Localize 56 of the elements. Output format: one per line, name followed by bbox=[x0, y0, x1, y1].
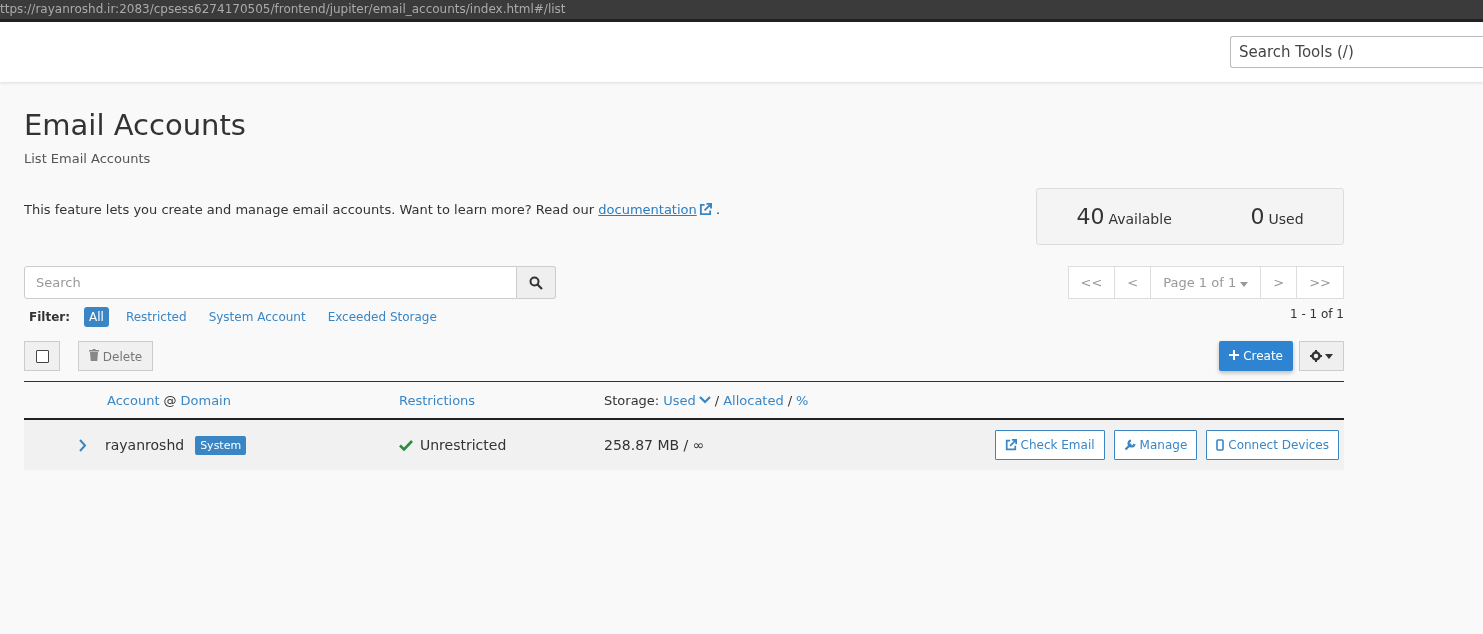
phone-icon bbox=[1216, 439, 1225, 451]
filter-option[interactable]: System Account bbox=[203, 307, 311, 327]
first-page-button[interactable]: << bbox=[1067, 266, 1116, 299]
intro-text: This feature lets you create and manage email accounts. Want to learn more? Read our documentation . bbox=[24, 202, 721, 219]
separator: / bbox=[714, 392, 720, 408]
storage-label: Storage: bbox=[604, 392, 660, 408]
chevron-right-icon[interactable] bbox=[79, 438, 87, 452]
column-header[interactable]: Allocated bbox=[723, 392, 784, 408]
result-range: 1 - 1 of 1 bbox=[1289, 307, 1344, 321]
filter-label: Filter: bbox=[29, 310, 70, 324]
settings-icon bbox=[1310, 350, 1322, 362]
next-page-button[interactable]: > bbox=[1260, 266, 1298, 299]
select-all-checkbox[interactable] bbox=[24, 341, 60, 371]
wrench-icon bbox=[1123, 439, 1136, 451]
external-link-icon bbox=[1004, 439, 1017, 451]
filter-option[interactable]: Exceeded Storage bbox=[322, 307, 442, 327]
storage-value: 258.87 MB / ∞ bbox=[604, 437, 705, 453]
search-button[interactable] bbox=[517, 266, 556, 299]
search-field[interactable]: Search bbox=[24, 266, 517, 299]
column-header[interactable]: Account bbox=[107, 392, 160, 408]
action-button[interactable]: Connect Devices bbox=[1206, 430, 1339, 460]
separator: / bbox=[787, 392, 793, 408]
stat-value: 0 bbox=[1250, 204, 1265, 229]
at-sign: @ bbox=[163, 392, 177, 408]
action-button[interactable]: Check Email bbox=[994, 430, 1105, 460]
last-page-button[interactable]: >> bbox=[1296, 266, 1344, 299]
external-link-icon bbox=[698, 203, 712, 216]
caret-icon bbox=[1325, 353, 1333, 359]
filter-option[interactable]: Restricted bbox=[120, 307, 192, 327]
previous-page-button[interactable]: < bbox=[1114, 266, 1152, 299]
column-header[interactable]: Domain bbox=[180, 392, 231, 408]
page-title: Email Accounts bbox=[24, 108, 247, 142]
system-badge: System bbox=[195, 435, 247, 455]
settings-button[interactable] bbox=[1299, 341, 1344, 371]
page-select[interactable]: Page 1 of 1 bbox=[1150, 266, 1262, 299]
caret-icon bbox=[1240, 282, 1249, 287]
documentation-link[interactable]: documentation bbox=[598, 202, 697, 217]
trash-icon bbox=[89, 348, 99, 361]
stat-label: Available bbox=[1108, 211, 1172, 227]
plus-icon bbox=[1229, 350, 1240, 360]
stat-label: Used bbox=[1268, 211, 1304, 227]
column-header[interactable]: % bbox=[796, 392, 809, 408]
chevron-down-icon bbox=[698, 396, 711, 404]
action-button[interactable]: Manage bbox=[1113, 430, 1198, 460]
filter-option[interactable]: All bbox=[84, 307, 109, 327]
column-header[interactable]: Used bbox=[663, 392, 696, 408]
page-subtitle: List Email Accounts bbox=[24, 151, 152, 166]
search-icon bbox=[529, 275, 543, 290]
stat-value: 40 bbox=[1076, 204, 1105, 229]
account-name: rayanroshd bbox=[105, 437, 185, 453]
delete-button[interactable]: Delete bbox=[78, 341, 154, 371]
checkmark-icon bbox=[399, 439, 413, 451]
search-tools-field[interactable]: Search Tools (/) bbox=[1230, 36, 1483, 68]
create-button[interactable]: Create bbox=[1219, 341, 1293, 371]
column-header[interactable]: Restrictions bbox=[399, 392, 476, 408]
restriction-status: Unrestricted bbox=[420, 437, 507, 453]
